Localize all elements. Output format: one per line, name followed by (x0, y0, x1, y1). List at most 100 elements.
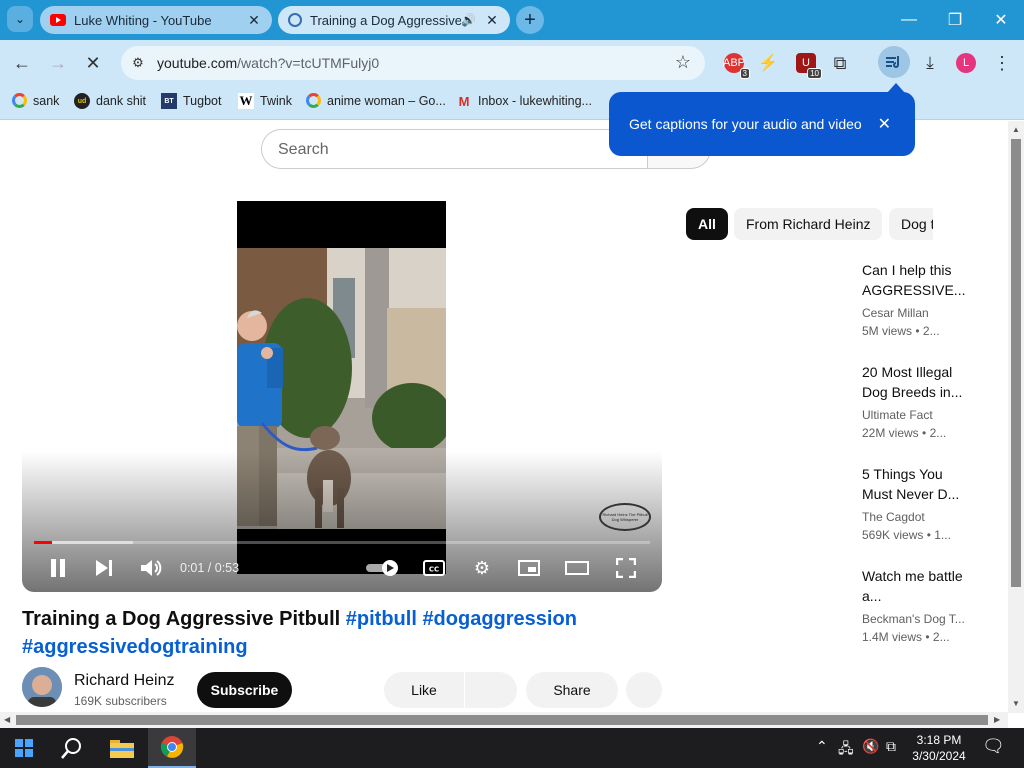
share-label: Share (553, 682, 591, 698)
system-clock[interactable]: 3:18 PM 3/30/2024 (904, 732, 974, 764)
subscribe-button[interactable]: Subscribe (197, 672, 292, 708)
tab-training-dog-video[interactable]: Training a Dog Aggressive Pitbull 🔊 ✕ (278, 6, 510, 34)
rec-channel: Beckman's Dog T... (862, 612, 965, 626)
horizontal-scrollbar[interactable]: ◀ ▶ (0, 712, 1008, 728)
bookmark-label: anime woman – Go... (327, 93, 446, 108)
bookmark-dank-shit[interactable]: ud dank shit (74, 93, 146, 109)
minimize-button[interactable]: — (886, 0, 932, 40)
chip-dog[interactable]: Dog t (889, 208, 933, 240)
chip-from-richard-heinz[interactable]: From Richard Heinz (734, 208, 883, 240)
dislike-button[interactable] (465, 672, 517, 708)
search-input[interactable]: Search (261, 129, 647, 169)
video-player[interactable]: Richard Heinz The Pitbull Dog Whisperer … (22, 201, 662, 592)
hashtag-link[interactable]: #aggressivedogtraining (22, 636, 248, 658)
progress-bar[interactable] (34, 541, 650, 544)
address-bar[interactable]: ⚙ youtube.com/watch?v=tcUTMFulyj0 ☆ (121, 46, 705, 80)
scroll-left-icon[interactable]: ◀ (4, 715, 10, 724)
rec-stats: 5M views • 2... (862, 322, 966, 340)
pause-icon[interactable] (46, 556, 70, 580)
chevron-down-icon: ⌄ (14, 12, 26, 26)
network-icon[interactable]: 🖧 (838, 738, 854, 762)
chrome-taskbar-icon[interactable] (148, 728, 196, 768)
live-caption-icon[interactable] (878, 46, 910, 78)
bookmark-twink[interactable]: W Twink (238, 93, 292, 109)
recommendation-item[interactable]: 5 Things You Must Never D... The Cagdot … (862, 464, 966, 544)
lightning-extension-icon[interactable]: ⚡ (758, 53, 778, 73)
more-actions-button[interactable] (626, 672, 662, 708)
windows-start-icon[interactable] (0, 728, 48, 768)
bookmark-tugbot[interactable]: BT Tugbot (161, 93, 221, 109)
hashtag-link[interactable]: #pitbull (346, 608, 417, 630)
close-window-button[interactable]: ✕ (978, 0, 1024, 40)
recommendation-item[interactable]: Can I help this AGGRESSIVE... Cesar Mill… (862, 260, 966, 340)
share-button[interactable]: Share (526, 672, 618, 708)
download-icon[interactable]: ⤓ (920, 53, 940, 73)
url-path: /watch?v=tcUTMFulyj0 (237, 55, 380, 71)
scroll-down-icon[interactable]: ▼ (1012, 699, 1020, 708)
url-host: youtube.com (157, 55, 238, 71)
video-title-text: Training a Dog Aggressive Pitbull (22, 608, 341, 630)
tab-luke-whiting-youtube[interactable]: Luke Whiting - YouTube ✕ (40, 6, 272, 34)
recommendation-item[interactable]: 20 Most Illegal Dog Breeds in... Ultimat… (862, 362, 966, 442)
close-icon[interactable]: ✕ (484, 12, 500, 29)
shield-extension-icon[interactable]: U 10 (796, 53, 822, 79)
url-text[interactable]: youtube.com/watch?v=tcUTMFulyj0 (157, 55, 379, 71)
volume-muted-icon[interactable]: 🔇 (862, 738, 879, 755)
miniplayer-icon[interactable] (517, 556, 541, 580)
svg-text:CC: CC (429, 566, 439, 574)
extension-badge: 3 (739, 68, 750, 79)
recommendation-item[interactable]: Watch me battle a... Beckman's Dog T... … (862, 566, 966, 646)
fullscreen-icon[interactable] (614, 556, 638, 580)
file-explorer-icon[interactable] (98, 728, 146, 768)
notifications-icon[interactable]: 🗨 (982, 736, 1005, 757)
scroll-right-icon[interactable]: ▶ (994, 715, 1000, 724)
next-icon[interactable] (92, 556, 116, 580)
scroll-up-icon[interactable]: ▲ (1012, 125, 1020, 134)
settings-gear-icon[interactable]: ⚙ (470, 556, 494, 580)
forward-button[interactable]: → (45, 50, 71, 76)
google-icon (12, 93, 27, 108)
close-icon[interactable]: ✕ (246, 12, 262, 29)
rec-age: • 1... (926, 528, 951, 542)
adblock-extension-icon[interactable]: ABP 3 (723, 53, 750, 79)
bookmark-inbox[interactable]: M Inbox - lukewhiting... (456, 93, 592, 109)
channel-name[interactable]: Richard Heinz (74, 672, 174, 690)
channel-avatar[interactable] (22, 667, 62, 707)
restore-button[interactable]: ❐ (932, 0, 978, 40)
chip-all[interactable]: All (686, 208, 728, 240)
volume-icon[interactable] (138, 556, 164, 580)
menu-kebab-icon[interactable]: ⋮ (992, 53, 1012, 73)
speaker-icon[interactable]: 🔊 (461, 13, 476, 27)
bookmark-anime-woman[interactable]: anime woman – Go... (306, 93, 446, 108)
site-settings-icon[interactable]: ⚙ (127, 53, 149, 73)
stop-loading-button[interactable]: ✕ (80, 50, 106, 76)
hashtag-link[interactable]: #dogaggression (422, 608, 576, 630)
rec-title[interactable]: Can I help this AGGRESSIVE... (862, 260, 966, 300)
like-button[interactable]: Like (384, 672, 464, 708)
search-icon[interactable] (48, 728, 96, 768)
rec-views: 22M views (862, 426, 919, 440)
extensions-puzzle-icon[interactable]: ⧉ (830, 53, 850, 73)
subscriber-count: 169K subscribers (74, 694, 167, 708)
scrollbar-thumb[interactable] (1011, 139, 1021, 587)
chevron-up-icon[interactable]: ⌃ (816, 738, 828, 755)
theater-mode-icon[interactable] (564, 556, 590, 580)
rec-title[interactable]: 20 Most Illegal Dog Breeds in... (862, 362, 966, 402)
rec-title[interactable]: 5 Things You Must Never D... (862, 464, 966, 504)
channel-watermark[interactable]: Richard Heinz The Pitbull Dog Whisperer (599, 503, 651, 531)
bookmark-label: Inbox - lukewhiting... (478, 94, 592, 108)
close-icon[interactable]: ✕ (878, 114, 891, 134)
tab-search-button[interactable]: ⌄ (7, 6, 33, 32)
profile-avatar[interactable]: L (956, 53, 976, 73)
closed-captions-icon[interactable]: CC (422, 556, 446, 580)
vertical-scrollbar[interactable]: ▲ ▼ (1008, 121, 1024, 713)
scrollbar-thumb[interactable] (16, 715, 988, 725)
screen-icon[interactable]: ⧉ (886, 738, 896, 755)
back-button[interactable]: ← (9, 50, 35, 76)
browser-toolbar: ← → ✕ ⚙ youtube.com/watch?v=tcUTMFulyj0 … (0, 40, 1024, 86)
new-tab-button[interactable]: + (516, 6, 544, 34)
rec-title[interactable]: Watch me battle a... (862, 566, 966, 606)
bookmark-sank[interactable]: sank (12, 93, 59, 108)
autoplay-toggle[interactable] (366, 556, 402, 580)
bookmark-star-icon[interactable]: ☆ (675, 52, 691, 73)
